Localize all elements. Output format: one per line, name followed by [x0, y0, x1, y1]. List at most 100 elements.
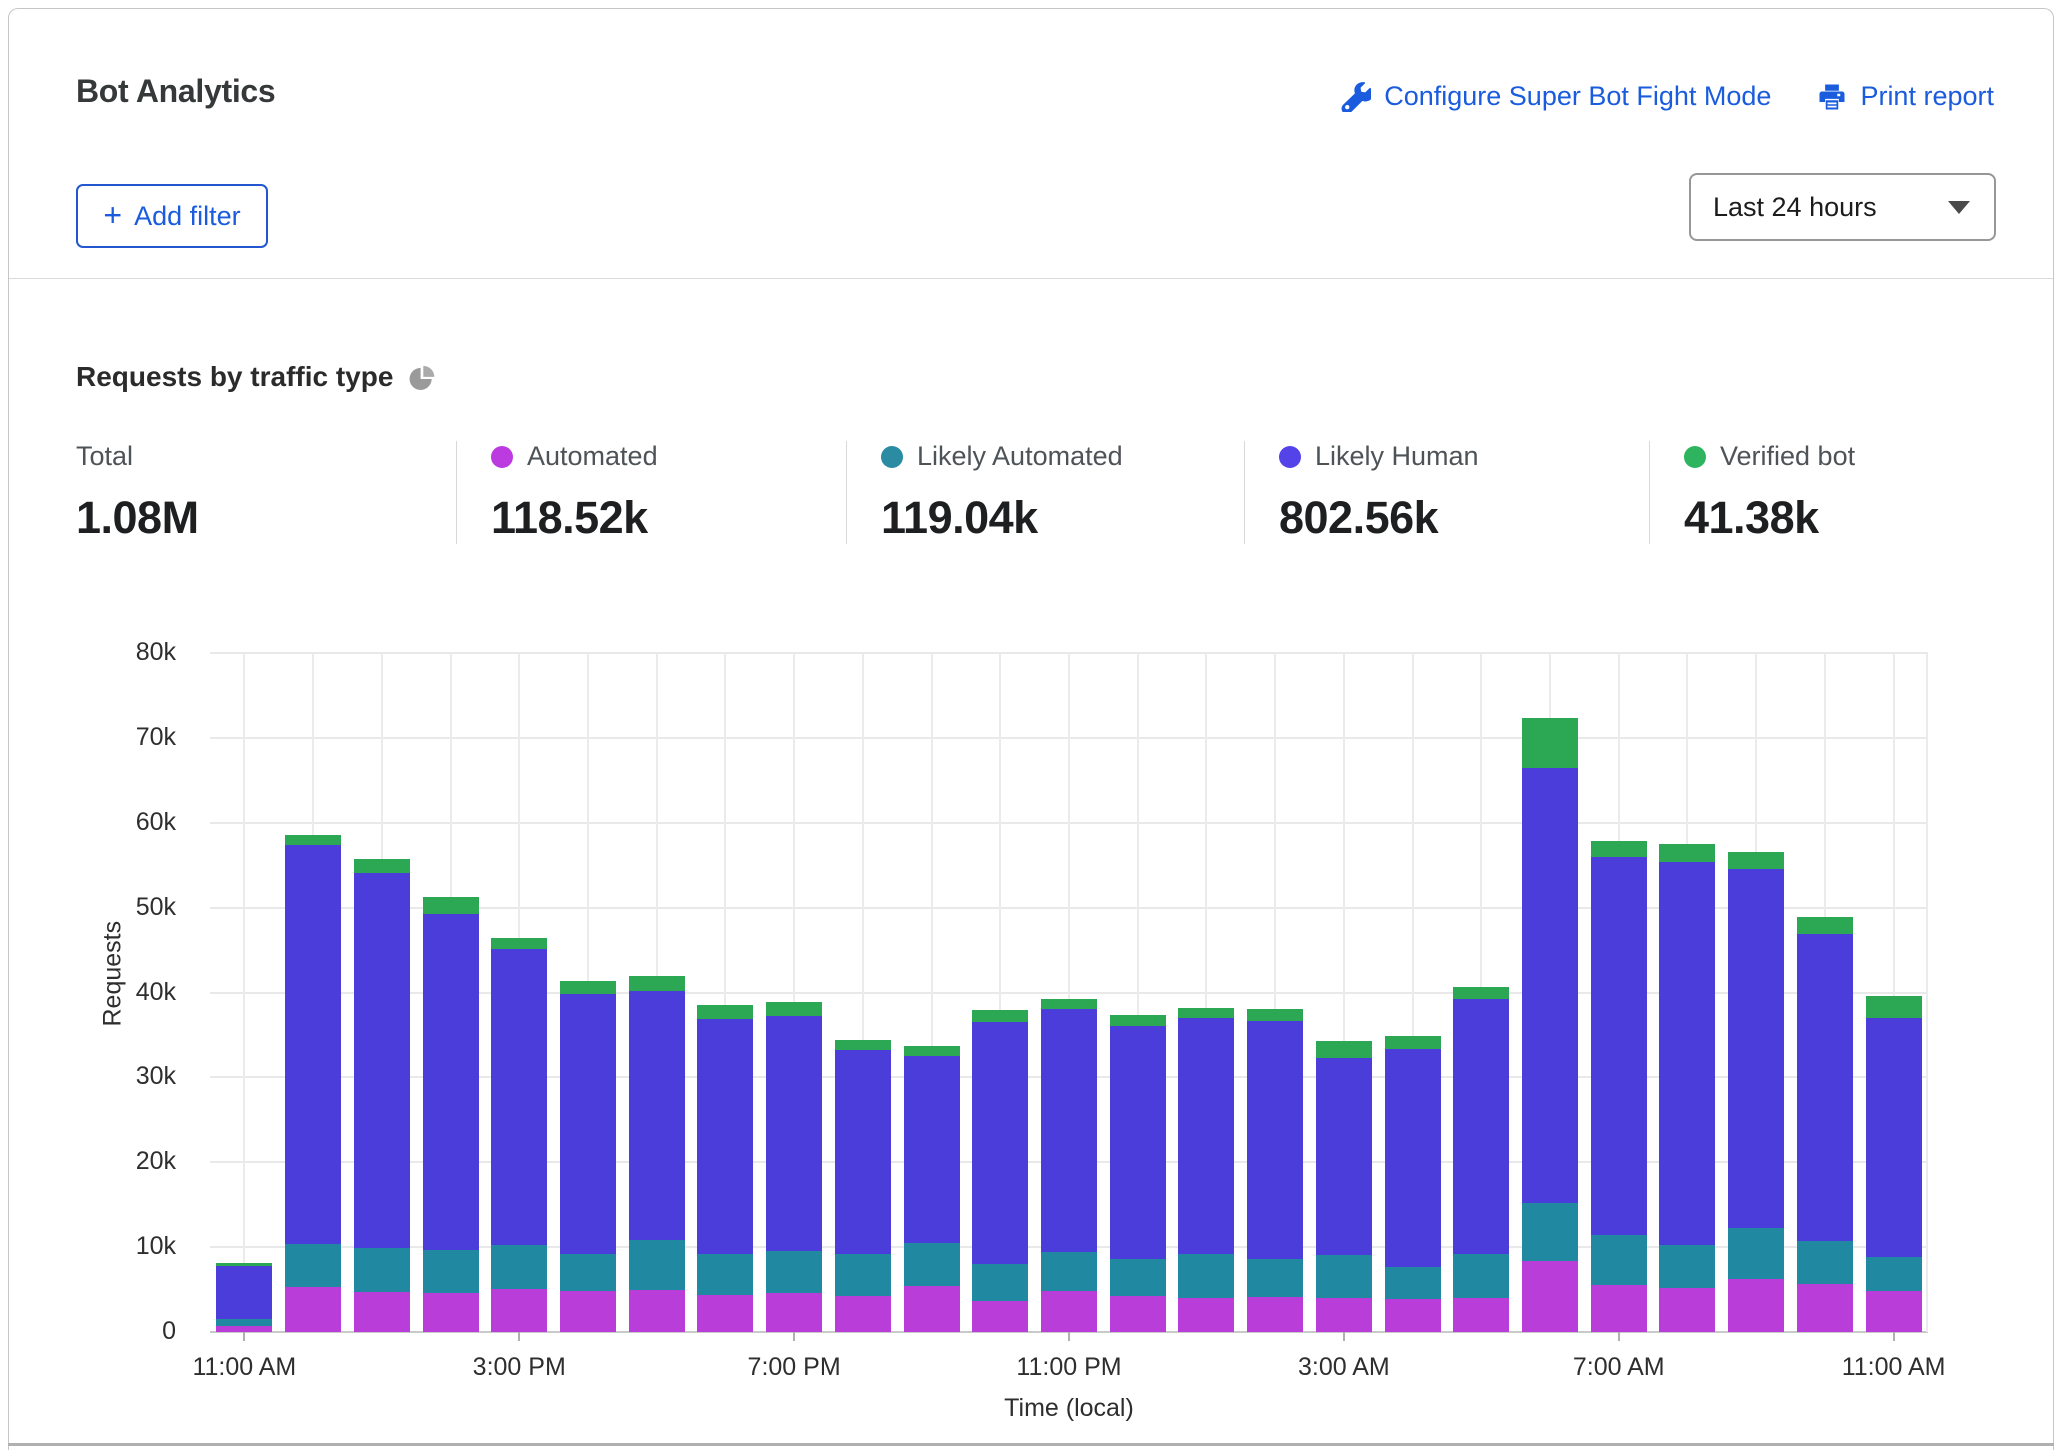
bar-segment-likely-automated [491, 1245, 547, 1288]
bar-segment-verified-bot [1659, 844, 1715, 862]
y-tick-label: 40k [64, 978, 176, 1007]
bar-segment-likely-human [1728, 869, 1784, 1229]
bar-hour-20[interactable] [1591, 841, 1647, 1332]
bar-segment-likely-human [972, 1022, 1028, 1264]
print-report-link[interactable]: Print report [1817, 81, 1994, 112]
bar-segment-likely-automated [1453, 1254, 1509, 1298]
bar-segment-verified-bot [1522, 718, 1578, 769]
bar-hour-5[interactable] [560, 981, 616, 1332]
bar-hour-6[interactable] [629, 976, 685, 1332]
bar-segment-verified-bot [904, 1046, 960, 1056]
bar-segment-automated [1591, 1285, 1647, 1332]
x-tick-label: 7:00 PM [684, 1353, 904, 1382]
bar-segment-automated [1728, 1279, 1784, 1332]
bar-hour-14[interactable] [1178, 1008, 1234, 1332]
time-range-value: Last 24 hours [1713, 192, 1877, 223]
bar-segment-likely-human [1591, 857, 1647, 1236]
bar-segment-verified-bot [1591, 841, 1647, 857]
bar-segment-automated [1041, 1291, 1097, 1332]
bar-segment-likely-automated [1728, 1228, 1784, 1279]
bar-hour-3[interactable] [423, 897, 479, 1332]
bar-hour-12[interactable] [1041, 999, 1097, 1332]
likely-automated-legend-dot [881, 446, 903, 468]
bar-segment-likely-human [1453, 999, 1509, 1254]
stat-automated: Automated 118.52k [456, 441, 846, 544]
bar-segment-verified-bot [1728, 852, 1784, 869]
bar-hour-18[interactable] [1453, 987, 1509, 1332]
bar-segment-verified-bot [1453, 987, 1509, 999]
gridline-v [243, 653, 245, 1332]
bar-hour-21[interactable] [1659, 844, 1715, 1332]
bar-segment-automated [285, 1287, 341, 1332]
likely-human-legend-dot [1279, 446, 1301, 468]
x-tick-label: 11:00 AM [134, 1353, 354, 1382]
stat-value: 41.38k [1684, 492, 1983, 544]
bar-hour-19[interactable] [1522, 718, 1578, 1332]
bar-segment-verified-bot [972, 1010, 1028, 1022]
bar-segment-likely-automated [1797, 1241, 1853, 1284]
bar-hour-1[interactable] [285, 835, 341, 1332]
print-link-label: Print report [1860, 81, 1994, 112]
bar-hour-13[interactable] [1110, 1015, 1166, 1332]
bar-hour-17[interactable] [1385, 1036, 1441, 1332]
bar-segment-verified-bot [560, 981, 616, 995]
bar-segment-automated [1316, 1298, 1372, 1332]
stat-value: 1.08M [76, 492, 446, 544]
bar-segment-verified-bot [629, 976, 685, 991]
y-tick-label: 50k [64, 893, 176, 922]
gridline-v [1926, 653, 1928, 1332]
bar-hour-10[interactable] [904, 1046, 960, 1332]
bar-segment-likely-human [1041, 1009, 1097, 1252]
bar-hour-16[interactable] [1316, 1041, 1372, 1332]
bar-hour-23[interactable] [1797, 917, 1853, 1332]
bar-segment-automated [1522, 1261, 1578, 1332]
bar-segment-automated [629, 1290, 685, 1332]
bar-segment-likely-human [904, 1056, 960, 1243]
bar-segment-likely-human [1316, 1058, 1372, 1255]
bar-segment-automated [1178, 1298, 1234, 1332]
y-axis-title: Requests [99, 987, 128, 1027]
header-links: Configure Super Bot Fight Mode Print rep… [1341, 81, 1994, 112]
x-tick-label: 11:00 AM [1784, 1353, 2004, 1382]
time-range-select[interactable]: Last 24 hours [1689, 173, 1996, 241]
bar-segment-likely-automated [1178, 1254, 1234, 1298]
x-tick-mark [1618, 1332, 1620, 1341]
bar-segment-verified-bot [285, 835, 341, 845]
y-tick-label: 70k [64, 723, 176, 752]
bar-segment-likely-human [1866, 1018, 1922, 1257]
y-tick-label: 0 [64, 1317, 176, 1346]
bar-hour-24[interactable] [1866, 996, 1922, 1332]
bar-hour-22[interactable] [1728, 852, 1784, 1332]
add-filter-button[interactable]: + Add filter [76, 184, 268, 248]
bar-hour-2[interactable] [354, 859, 410, 1332]
bar-segment-likely-automated [1522, 1203, 1578, 1261]
bar-hour-11[interactable] [972, 1010, 1028, 1332]
bar-hour-4[interactable] [491, 938, 547, 1332]
bar-hour-15[interactable] [1247, 1009, 1303, 1332]
bar-hour-7[interactable] [697, 1005, 753, 1332]
bar-segment-verified-bot [835, 1040, 891, 1050]
verified-bot-legend-dot [1684, 446, 1706, 468]
bar-segment-verified-bot [1041, 999, 1097, 1009]
stat-label: Automated [527, 441, 658, 472]
stat-likely-automated: Likely Automated 119.04k [846, 441, 1244, 544]
configure-link-label: Configure Super Bot Fight Mode [1384, 81, 1771, 112]
bar-hour-0[interactable] [216, 1263, 272, 1332]
configure-super-bot-fight-mode-link[interactable]: Configure Super Bot Fight Mode [1341, 81, 1771, 112]
bar-segment-likely-human [285, 845, 341, 1244]
bar-segment-likely-automated [697, 1254, 753, 1295]
chart-plot-area [210, 653, 1928, 1332]
bar-hour-9[interactable] [835, 1040, 891, 1332]
bar-segment-automated [1866, 1291, 1922, 1332]
bar-segment-likely-automated [972, 1264, 1028, 1300]
traffic-type-stats-row: Total 1.08M Automated 118.52k Likely Aut… [76, 441, 1993, 544]
bar-segment-automated [423, 1293, 479, 1332]
bar-segment-likely-human [1797, 934, 1853, 1241]
x-tick-mark [518, 1332, 520, 1341]
bar-hour-8[interactable] [766, 1002, 822, 1332]
stat-value: 802.56k [1279, 492, 1639, 544]
bar-segment-likely-human [1659, 862, 1715, 1245]
section-title-label: Requests by traffic type [76, 361, 393, 393]
printer-icon [1817, 82, 1847, 112]
bar-segment-likely-human [216, 1266, 272, 1319]
